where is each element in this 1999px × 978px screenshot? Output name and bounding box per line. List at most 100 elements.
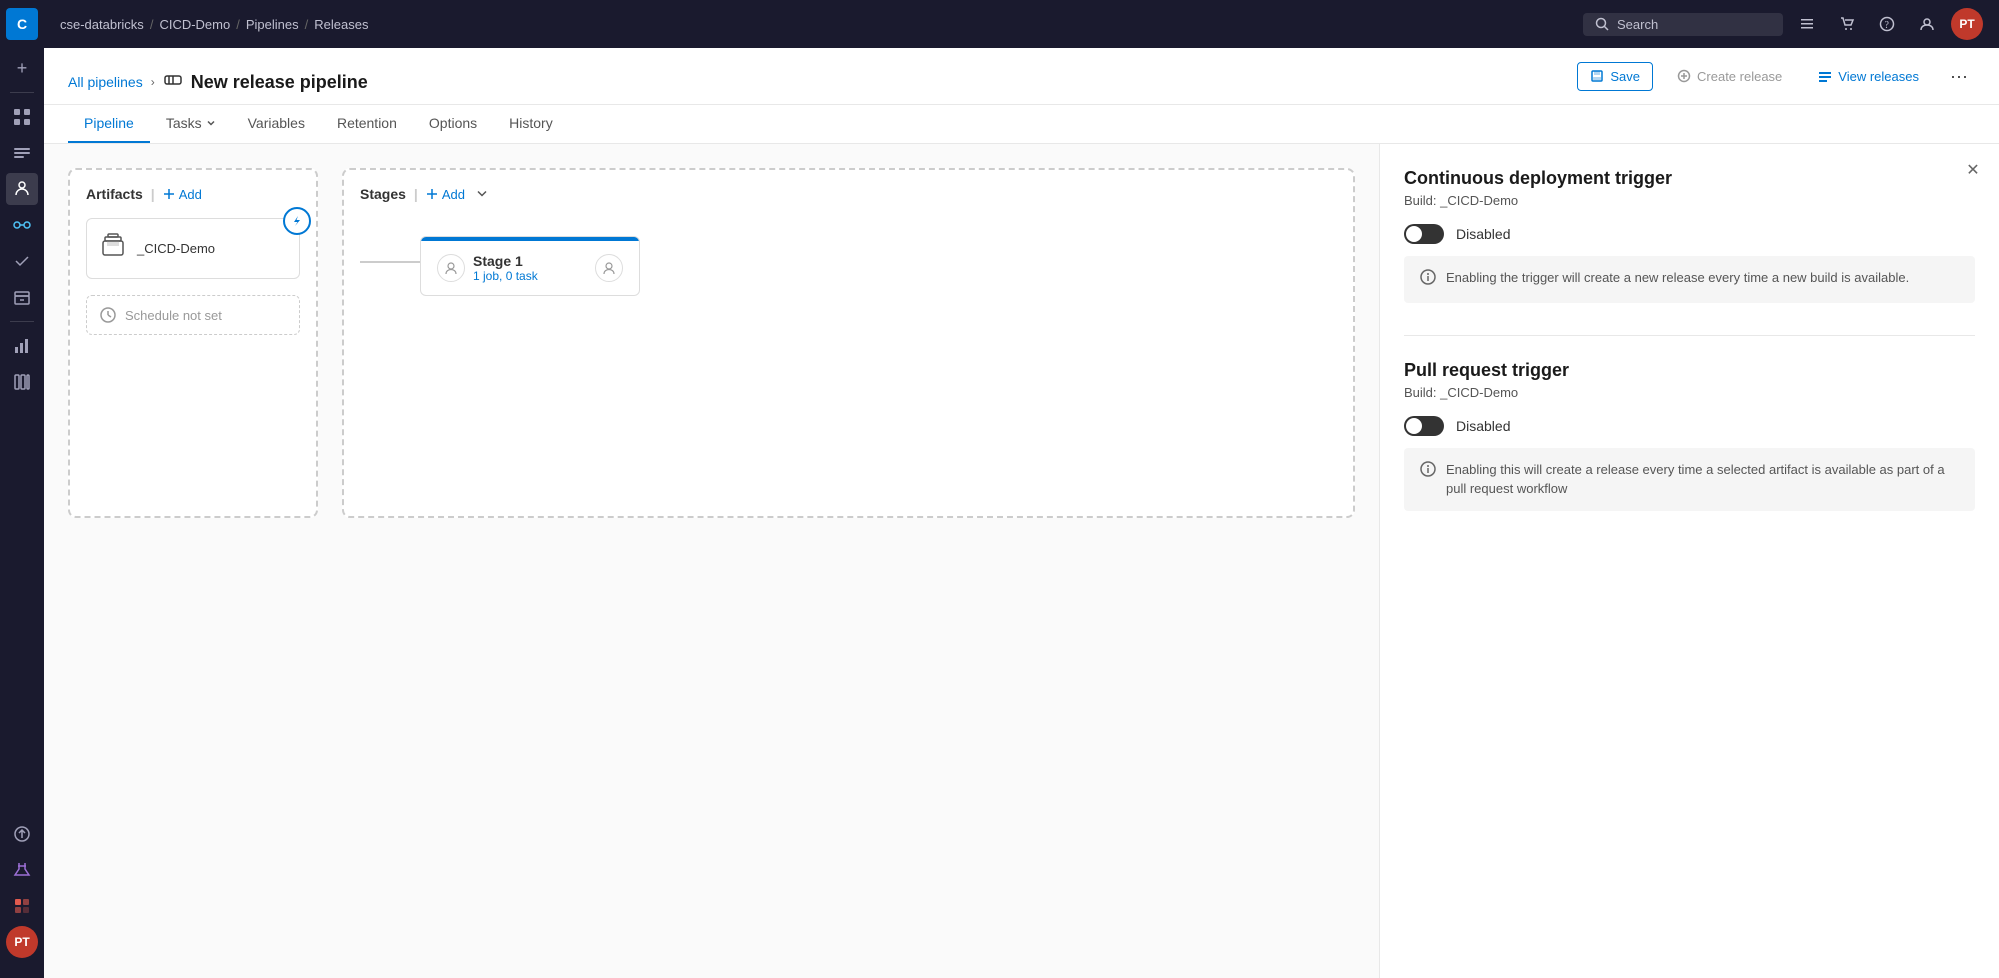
create-release-button[interactable]: Create release	[1665, 63, 1794, 90]
add-artifact-button[interactable]: Add	[163, 187, 202, 202]
pull-request-section: Pull request trigger Build: _CICD-Demo D…	[1404, 360, 1975, 511]
add-stage-button[interactable]: Add	[426, 187, 465, 202]
user-icon[interactable]	[1911, 8, 1943, 40]
save-button[interactable]: Save	[1577, 62, 1653, 91]
pipeline-header: All pipelines › New release pipeline Sav…	[44, 48, 1999, 105]
pr-trigger-toggle[interactable]	[1404, 416, 1444, 436]
pr-trigger-build: Build: _CICD-Demo	[1404, 385, 1975, 400]
search-placeholder: Search	[1617, 17, 1658, 32]
sidebar-item-flask[interactable]	[6, 854, 38, 886]
sidebar-divider-1	[10, 92, 34, 93]
sidebar-item-reports[interactable]	[6, 330, 38, 362]
content-area: All pipelines › New release pipeline Sav…	[44, 48, 1999, 978]
topbar: cse-databricks / CICD-Demo / Pipelines /…	[44, 0, 1999, 48]
list-view-icon[interactable]	[1791, 8, 1823, 40]
sidebar-bottom: PT	[6, 818, 38, 970]
trigger-badge	[283, 207, 311, 235]
pipeline-header-left: All pipelines › New release pipeline	[68, 70, 368, 95]
app-logo[interactable]: C	[6, 8, 38, 40]
page-title: New release pipeline	[191, 72, 368, 93]
breadcrumb: cse-databricks / CICD-Demo / Pipelines /…	[60, 17, 368, 32]
tab-tasks[interactable]: Tasks	[150, 105, 232, 143]
sidebar-item-pipelines[interactable]	[6, 209, 38, 241]
stages-box: Stages | Add	[342, 168, 1355, 518]
breadcrumb-org[interactable]: cse-databricks	[60, 17, 144, 32]
cd-info-box: Enabling the trigger will create a new r…	[1404, 256, 1975, 303]
breadcrumb-project[interactable]: CICD-Demo	[159, 17, 230, 32]
sidebar-item-testplans[interactable]	[6, 245, 38, 277]
right-panel: ✕ Continuous deployment trigger Build: _…	[1379, 144, 1999, 978]
sidebar-item-boards[interactable]	[6, 137, 38, 169]
schedule-label: Schedule not set	[125, 308, 222, 323]
svg-text:?: ?	[1885, 20, 1890, 31]
close-panel-button[interactable]: ✕	[1959, 156, 1987, 184]
pipeline-title-row: New release pipeline	[163, 70, 368, 95]
more-options-button[interactable]: ···	[1943, 60, 1975, 92]
breadcrumb-arrow: ›	[151, 75, 155, 89]
stage-card[interactable]: Stage 1 1 job, 0 task	[420, 236, 640, 296]
cd-toggle-label: Disabled	[1456, 226, 1510, 242]
pr-toggle-row: Disabled	[1404, 416, 1975, 436]
artifacts-box: Artifacts | Add	[68, 168, 318, 518]
stage-approver-left-icon[interactable]	[437, 254, 465, 282]
pr-trigger-title: Pull request trigger	[1404, 360, 1975, 381]
stage-meta: 1 job, 0 task	[473, 269, 587, 283]
pipeline-type-icon	[163, 70, 183, 95]
sidebar-item-repos[interactable]	[6, 173, 38, 205]
cd-toggle-row: Disabled	[1404, 224, 1975, 244]
pr-info-box: Enabling this will create a release ever…	[1404, 448, 1975, 511]
sidebar-add-icon[interactable]: +	[6, 52, 38, 84]
section-divider	[1404, 335, 1975, 336]
pr-toggle-label: Disabled	[1456, 418, 1510, 434]
help-icon[interactable]: ?	[1871, 8, 1903, 40]
user-avatar[interactable]: PT	[6, 926, 38, 958]
pipeline-main: Artifacts | Add	[44, 144, 1379, 978]
pipeline-canvas: Artifacts | Add	[44, 144, 1999, 978]
stage-name: Stage 1	[473, 253, 587, 269]
cd-trigger-title: Continuous deployment trigger	[1404, 168, 1975, 189]
search-box[interactable]: Search	[1583, 13, 1783, 36]
artifact-card[interactable]: _CICD-Demo	[86, 218, 300, 279]
toggle-knob	[1406, 226, 1422, 242]
sidebar-item-artifacts[interactable]	[6, 281, 38, 313]
artifact-name: _CICD-Demo	[137, 241, 215, 256]
schedule-card[interactable]: Schedule not set	[86, 295, 300, 335]
artifacts-header: Artifacts | Add	[86, 186, 300, 202]
cd-trigger-toggle[interactable]	[1404, 224, 1444, 244]
sidebar-item-deploy[interactable]	[6, 818, 38, 850]
continuous-deployment-section: Continuous deployment trigger Build: _CI…	[1404, 168, 1975, 303]
artifact-type-icon	[99, 231, 127, 266]
info-icon	[1420, 269, 1436, 291]
tab-options[interactable]: Options	[413, 105, 493, 143]
view-releases-button[interactable]: View releases	[1806, 63, 1931, 90]
sidebar-item-overview[interactable]	[6, 101, 38, 133]
cd-trigger-build: Build: _CICD-Demo	[1404, 193, 1975, 208]
pipeline-header-right: Save Create release View releases ···	[1577, 60, 1975, 104]
breadcrumb-releases[interactable]: Releases	[314, 17, 368, 32]
breadcrumb-pipelines[interactable]: Pipelines	[246, 17, 299, 32]
tabs-row: Pipeline Tasks Variables Retention Optio…	[44, 105, 1999, 144]
stage-info: Stage 1 1 job, 0 task	[473, 253, 587, 283]
sidebar-item-library[interactable]	[6, 366, 38, 398]
pr-info-text: Enabling this will create a release ever…	[1446, 460, 1959, 499]
sidebar: C + PT	[0, 0, 44, 978]
cd-info-text: Enabling the trigger will create a new r…	[1446, 268, 1909, 291]
tab-retention[interactable]: Retention	[321, 105, 413, 143]
topbar-actions: ? PT	[1791, 8, 1983, 40]
stage-approver-right-icon[interactable]	[595, 254, 623, 282]
shopping-icon[interactable]	[1831, 8, 1863, 40]
tab-history[interactable]: History	[493, 105, 569, 143]
stage-meta-link[interactable]: 1 job, 0 task	[473, 269, 538, 283]
main-content: cse-databricks / CICD-Demo / Pipelines /…	[44, 0, 1999, 978]
pr-toggle-knob	[1406, 418, 1422, 434]
all-pipelines-link[interactable]: All pipelines	[68, 74, 143, 90]
sidebar-item-extension[interactable]	[6, 890, 38, 922]
pipeline-grid: Artifacts | Add	[68, 168, 1355, 518]
stages-header: Stages | Add	[360, 186, 1337, 202]
sidebar-divider-2	[10, 321, 34, 322]
stage-card-body: Stage 1 1 job, 0 task	[421, 241, 639, 295]
pr-info-icon	[1420, 461, 1436, 499]
topbar-avatar[interactable]: PT	[1951, 8, 1983, 40]
tab-pipeline[interactable]: Pipeline	[68, 105, 150, 143]
tab-variables[interactable]: Variables	[232, 105, 321, 143]
